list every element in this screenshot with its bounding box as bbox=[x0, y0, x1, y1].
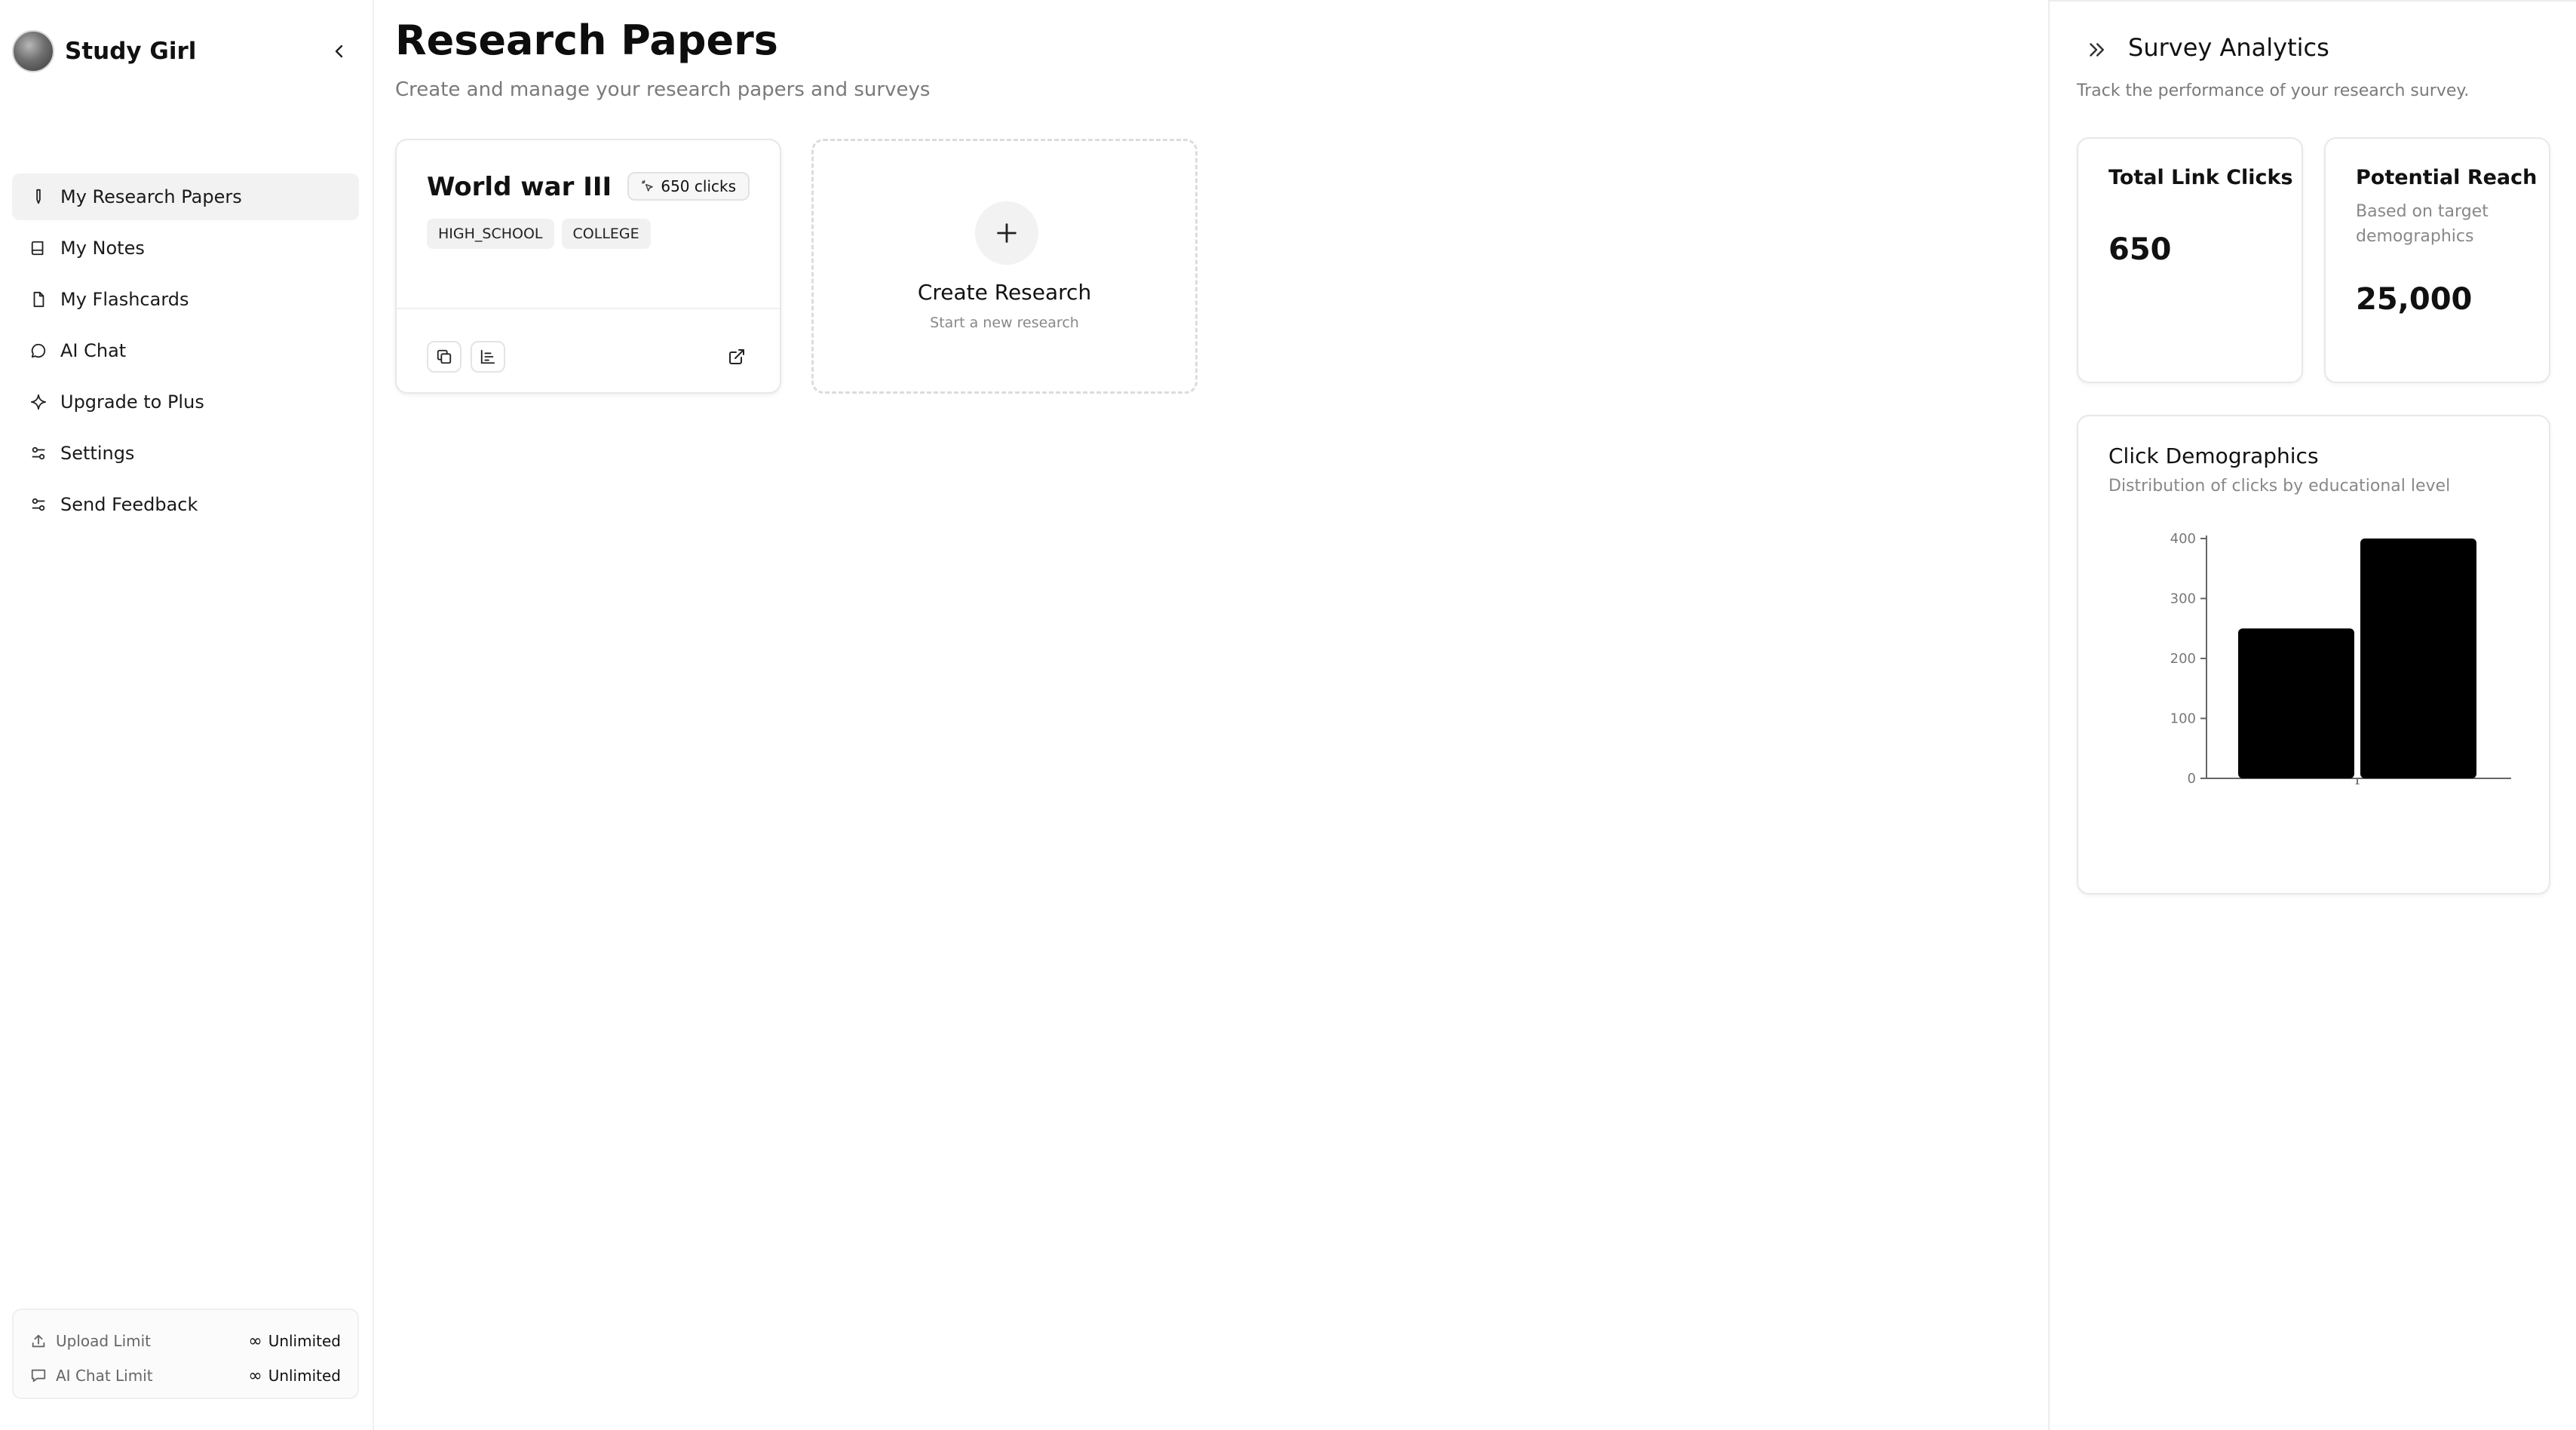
sidebar-header: Study Girl bbox=[12, 29, 362, 74]
copy-button[interactable] bbox=[427, 341, 462, 373]
create-research-title: Create Research bbox=[917, 280, 1092, 305]
file-icon bbox=[29, 290, 48, 309]
sidebar-item-my-research-papers[interactable]: My Research Papers bbox=[12, 173, 359, 220]
sidebar: Study Girl My Research Papers My Notes M… bbox=[0, 0, 374, 1430]
sparkle-icon bbox=[29, 392, 48, 412]
clicks-count: 650 clicks bbox=[661, 177, 736, 195]
y-tick-label: 100 bbox=[2170, 711, 2196, 727]
sidebar-item-upgrade-to-plus[interactable]: Upgrade to Plus bbox=[12, 379, 359, 425]
analytics-button[interactable] bbox=[471, 341, 505, 373]
chevron-left-icon bbox=[335, 44, 343, 58]
bar-0 bbox=[2238, 628, 2354, 778]
bar-1 bbox=[2360, 539, 2476, 778]
infinity-icon: ∞ bbox=[248, 1366, 262, 1386]
panel-title: Survey Analytics bbox=[2128, 33, 2329, 62]
sidebar-item-label: My Research Papers bbox=[60, 186, 242, 207]
sidebar-item-my-flashcards[interactable]: My Flashcards bbox=[12, 276, 359, 323]
main-content: Research Papers Create and manage your r… bbox=[376, 0, 2048, 1430]
plus-icon bbox=[975, 201, 1038, 265]
sliders-icon bbox=[29, 443, 48, 463]
sidebar-item-send-feedback[interactable]: Send Feedback bbox=[12, 481, 359, 528]
create-research-card[interactable]: Create Research Start a new research bbox=[811, 139, 1198, 394]
paper-tags: HIGH_SCHOOL COLLEGE bbox=[427, 219, 658, 249]
y-tick-label: 0 bbox=[2188, 771, 2196, 787]
ai-chat-limit-row: AI Chat Limit ∞ Unlimited bbox=[30, 1358, 341, 1393]
bar-chart-icon bbox=[480, 349, 495, 364]
chevrons-right-icon bbox=[2090, 43, 2104, 57]
clicks-badge: 650 clicks bbox=[627, 172, 750, 201]
sidebar-item-my-notes[interactable]: My Notes bbox=[12, 225, 359, 272]
y-tick-label: 400 bbox=[2170, 531, 2196, 547]
sidebar-nav: My Research Papers My Notes My Flashcard… bbox=[12, 173, 359, 532]
page-title: Research Papers bbox=[395, 17, 778, 64]
chat-square-icon bbox=[30, 1367, 48, 1385]
sidebar-item-ai-chat[interactable]: AI Chat bbox=[12, 327, 359, 374]
potential-reach-value: 25,000 bbox=[2356, 282, 2473, 317]
pen-icon bbox=[29, 187, 48, 207]
copy-icon bbox=[437, 349, 452, 364]
y-tick-label: 300 bbox=[2170, 591, 2196, 607]
cursor-click-icon bbox=[641, 180, 655, 193]
research-paper-card[interactable]: World war III 650 clicks HIGH_SCHOOL COL… bbox=[395, 139, 781, 394]
stat-title: Total Link Clicks bbox=[2108, 166, 2293, 189]
survey-analytics-panel: Survey Analytics Track the performance o… bbox=[2048, 0, 2576, 1430]
upload-limit-value: Unlimited bbox=[268, 1332, 341, 1350]
paper-title: World war III bbox=[427, 172, 612, 202]
open-external-button[interactable] bbox=[721, 341, 753, 373]
total-link-clicks-card: Total Link Clicks 650 bbox=[2077, 137, 2303, 383]
external-link-icon bbox=[729, 349, 744, 364]
usage-limits: Upload Limit ∞ Unlimited AI Chat Limit ∞… bbox=[12, 1309, 359, 1399]
stat-subtitle: Based on target demographics bbox=[2356, 202, 2489, 246]
create-research-subtitle: Start a new research bbox=[930, 315, 1079, 331]
upload-limit-label: Upload Limit bbox=[56, 1332, 152, 1350]
tag-high-school: HIGH_SCHOOL bbox=[427, 219, 554, 249]
sidebar-item-label: AI Chat bbox=[60, 340, 127, 361]
chat-bubble-icon bbox=[29, 341, 48, 361]
card-divider bbox=[397, 308, 780, 309]
tag-college: COLLEGE bbox=[561, 219, 651, 249]
total-clicks-value: 650 bbox=[2108, 232, 2172, 267]
sidebar-item-label: Upgrade to Plus bbox=[60, 391, 204, 413]
upload-icon bbox=[30, 1332, 48, 1350]
brand-name: Study Girl bbox=[65, 38, 197, 65]
sidebar-item-label: My Flashcards bbox=[60, 289, 189, 310]
ai-chat-limit-label: AI Chat Limit bbox=[56, 1367, 153, 1385]
avatar[interactable] bbox=[12, 30, 54, 72]
sidebar-item-label: Settings bbox=[60, 443, 135, 464]
ai-chat-limit-value: Unlimited bbox=[268, 1367, 341, 1385]
sidebar-item-label: My Notes bbox=[60, 238, 145, 259]
bar-chart: 0 100 200 300 400 1 bbox=[2170, 531, 2511, 787]
collapse-sidebar-button[interactable] bbox=[326, 38, 353, 65]
infinity-icon: ∞ bbox=[248, 1331, 262, 1351]
sidebar-item-label: Send Feedback bbox=[60, 494, 198, 515]
sliders-icon bbox=[29, 495, 48, 514]
sidebar-item-settings[interactable]: Settings bbox=[12, 430, 359, 477]
y-tick-label: 200 bbox=[2170, 651, 2196, 667]
stat-title: Potential Reach bbox=[2356, 166, 2538, 189]
potential-reach-card: Potential Reach Based on target demograp… bbox=[2324, 137, 2550, 383]
page-subtitle: Create and manage your research papers a… bbox=[395, 78, 931, 101]
panel-subtitle: Track the performance of your research s… bbox=[2077, 81, 2470, 100]
x-tick-label: 1 bbox=[2354, 776, 2360, 787]
card-actions bbox=[427, 341, 514, 373]
close-panel-button[interactable] bbox=[2080, 35, 2113, 65]
upload-limit-row: Upload Limit ∞ Unlimited bbox=[30, 1324, 341, 1358]
click-demographics-card: Click Demographics Distribution of click… bbox=[2077, 415, 2550, 895]
book-icon bbox=[29, 238, 48, 258]
